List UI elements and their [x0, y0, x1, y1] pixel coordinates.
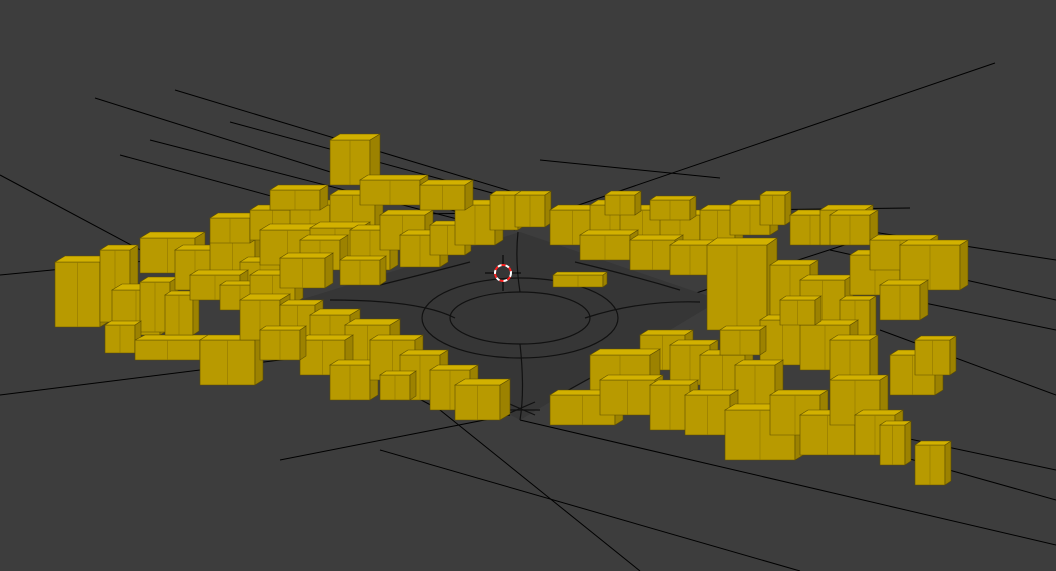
building-block[interactable] [259, 325, 307, 361]
building-face [378, 209, 435, 216]
building-face [298, 334, 355, 341]
building-block[interactable] [418, 179, 475, 211]
building-face [339, 255, 387, 261]
building-face [869, 295, 877, 341]
building-block[interactable] [604, 190, 642, 216]
building-face [828, 334, 880, 341]
building-face [368, 334, 425, 341]
building-face [759, 325, 767, 356]
building-face [628, 234, 685, 241]
building-face [428, 364, 480, 371]
building-face [299, 325, 307, 361]
building-face [499, 378, 511, 421]
building-face [828, 209, 880, 216]
building-block[interactable] [339, 255, 387, 286]
building-block[interactable] [779, 295, 822, 326]
building-face [959, 239, 969, 291]
building-face [853, 409, 905, 416]
building-block[interactable] [134, 334, 211, 361]
building-block[interactable] [759, 190, 792, 226]
building-block[interactable] [878, 279, 930, 321]
building-face [138, 231, 207, 239]
building-face [759, 190, 792, 196]
building-face [649, 195, 697, 201]
building-block[interactable] [719, 325, 767, 356]
building-face [268, 184, 330, 191]
building-face [706, 237, 778, 246]
building-face [278, 252, 335, 259]
building-face [188, 269, 250, 276]
building-face [409, 370, 417, 401]
building-block[interactable] [514, 190, 552, 228]
building-face [914, 440, 952, 446]
building-block[interactable] [198, 334, 265, 386]
building-block[interactable] [578, 229, 640, 261]
building-face [604, 190, 642, 196]
building-face [898, 239, 970, 246]
building-face [514, 190, 552, 196]
building-face [904, 420, 912, 466]
building-face [828, 374, 890, 381]
building-face [719, 325, 767, 331]
building-face [398, 349, 450, 356]
building-face [798, 274, 855, 281]
building-face [379, 370, 417, 376]
building-face [259, 325, 307, 331]
building-face [768, 259, 820, 266]
building-block[interactable] [914, 440, 952, 486]
building-face [779, 295, 822, 301]
building-face [919, 279, 929, 321]
building-face [949, 335, 957, 376]
building-face [914, 335, 957, 341]
building-block[interactable] [268, 184, 330, 211]
building-face [839, 295, 877, 301]
building-face [768, 389, 830, 396]
building-face [298, 234, 350, 241]
building-block[interactable] [552, 271, 608, 288]
building-face [683, 389, 740, 396]
building-face [814, 295, 822, 326]
3d-viewport[interactable] [0, 0, 1056, 571]
viewport-scene[interactable] [0, 0, 1056, 571]
building-face [878, 279, 930, 286]
building-face [944, 440, 952, 486]
building-block[interactable] [914, 335, 957, 376]
building-face [278, 299, 325, 306]
building-face [598, 374, 665, 381]
building-face [343, 318, 402, 326]
building-face [868, 234, 940, 241]
building-face [453, 378, 512, 386]
building-block[interactable] [278, 252, 335, 289]
building-face [638, 329, 695, 336]
building-block[interactable] [453, 378, 512, 421]
building-face [648, 379, 700, 386]
building-face [134, 334, 211, 341]
building-face [358, 174, 430, 181]
building-face [418, 179, 475, 186]
building-face [869, 334, 879, 381]
building-face [379, 255, 387, 286]
building-face [733, 359, 785, 366]
building-block[interactable] [879, 420, 912, 466]
building-block[interactable] [358, 174, 430, 206]
building-face [818, 204, 875, 211]
building-block[interactable] [379, 370, 417, 401]
building-block[interactable] [828, 334, 880, 381]
building-face [879, 420, 912, 426]
building-block[interactable] [649, 195, 697, 221]
building-face [324, 252, 334, 289]
building-face [668, 339, 720, 346]
building-face [104, 320, 142, 326]
building-face [578, 229, 640, 236]
building-face [552, 271, 608, 276]
building-face [588, 348, 662, 356]
